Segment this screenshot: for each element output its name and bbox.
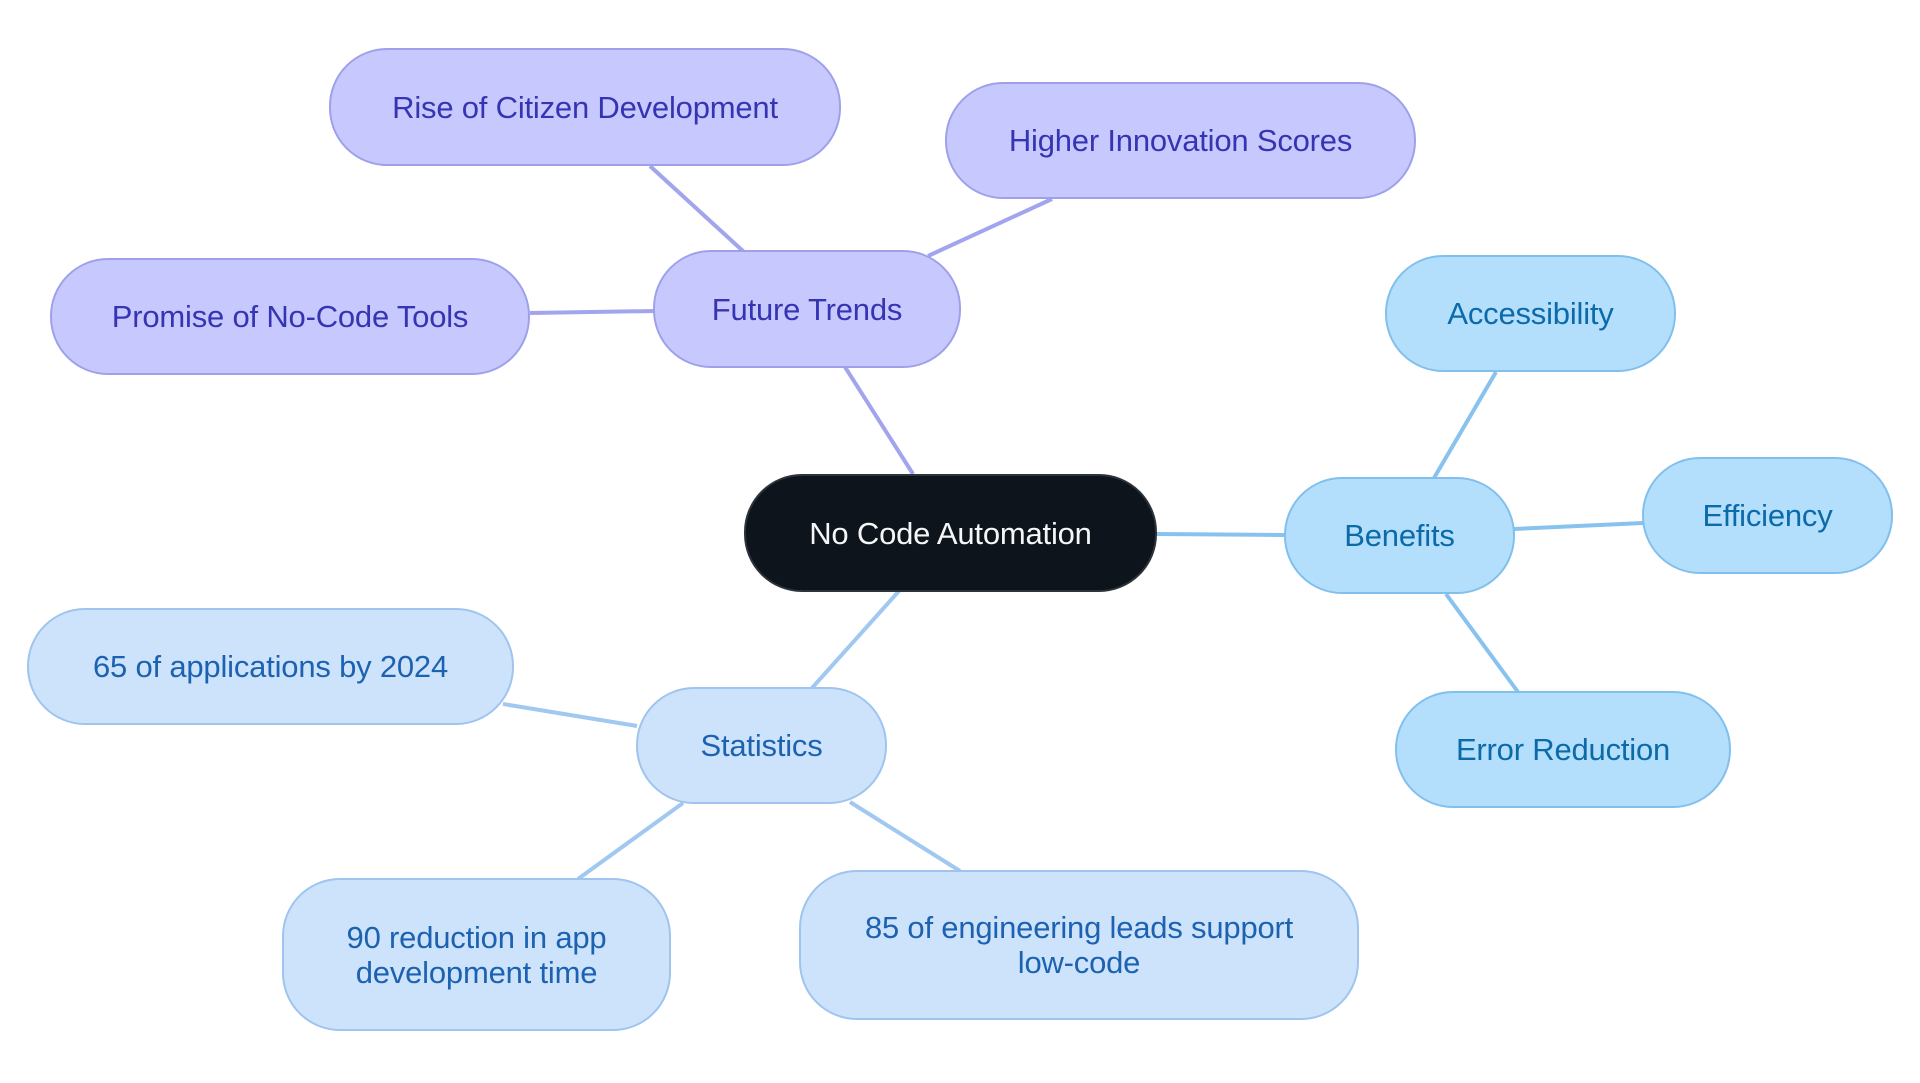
edge-statistics-90	[576, 801, 685, 881]
edge-trends-rise	[648, 164, 746, 254]
edge-trends-promise	[529, 309, 656, 315]
edge-benefits-efficiency	[1513, 521, 1644, 531]
edge-trends-higher	[927, 197, 1053, 258]
branch-node-statistics[interactable]: Statistics	[636, 687, 887, 804]
branch-node-future-trends[interactable]: Future Trends	[653, 250, 961, 368]
branch-node-benefits[interactable]: Benefits	[1284, 477, 1515, 594]
leaf-node-65-of-applications[interactable]: 65 of applications by 2024	[27, 608, 514, 725]
leaf-node-85-of-engineering-leads[interactable]: 85 of engineering leads support low-code	[799, 870, 1359, 1020]
edge-benefits-error	[1444, 592, 1520, 694]
leaf-node-efficiency[interactable]: Efficiency	[1642, 457, 1893, 574]
edge-statistics-65	[502, 702, 638, 728]
leaf-node-rise-of-citizen-development[interactable]: Rise of Citizen Development	[329, 48, 841, 166]
edge-statistics-85	[848, 800, 962, 873]
edge-root-trends	[843, 365, 915, 476]
edge-root-statistics	[810, 589, 901, 690]
root-node[interactable]: No Code Automation	[744, 474, 1157, 592]
edge-benefits-accessibility	[1432, 370, 1498, 480]
leaf-node-error-reduction[interactable]: Error Reduction	[1395, 691, 1731, 808]
leaf-node-higher-innovation-scores[interactable]: Higher Innovation Scores	[945, 82, 1416, 199]
leaf-node-promise-of-no-code-tools[interactable]: Promise of No-Code Tools	[50, 258, 530, 375]
leaf-node-90-reduction[interactable]: 90 reduction in app development time	[282, 878, 671, 1031]
leaf-node-accessibility[interactable]: Accessibility	[1385, 255, 1676, 372]
edge-root-benefits	[1156, 532, 1286, 537]
